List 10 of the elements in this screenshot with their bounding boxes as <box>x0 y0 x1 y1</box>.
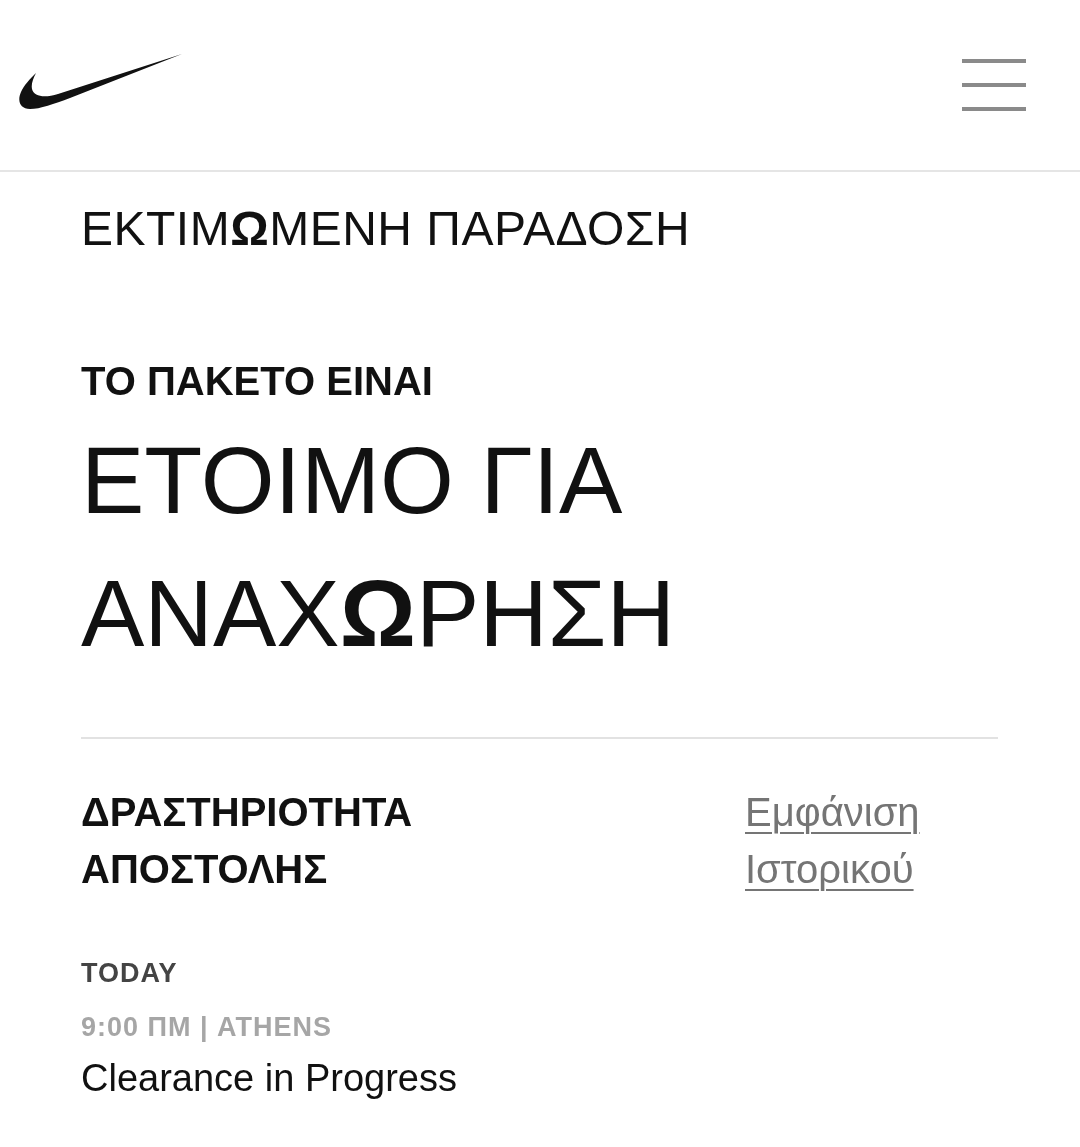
event-time-location: 9:00 ΠΜ | ATHENS <box>81 1011 334 1044</box>
event-description: Clearance in Progress <box>81 1056 458 1101</box>
estimated-delivery-label: ΕΚΤΙΜΩΜΕΝΗ ΠΑΡΑΔΟΣΗ <box>81 201 692 257</box>
menu-icon[interactable] <box>962 59 1026 111</box>
status-headline: ΑΝΑΧΩΡΗΣΗ <box>81 559 677 668</box>
status-headline: ΕΤΟΙΜΟ ΓΙΑ <box>81 426 624 535</box>
activity-title: ΔΡΑΣΤΗΡΙΟΤΗΤΑ ΑΠΟΣΤΟΛΗΣ <box>81 789 414 893</box>
history-link[interactable]: Εμφάνιση Ιστορικού <box>745 784 945 898</box>
event-day: TODAY <box>81 956 998 990</box>
status-intro: ΤΟ ΠΑΚΕΤΟ ΕΙΝΑΙ <box>81 358 434 405</box>
